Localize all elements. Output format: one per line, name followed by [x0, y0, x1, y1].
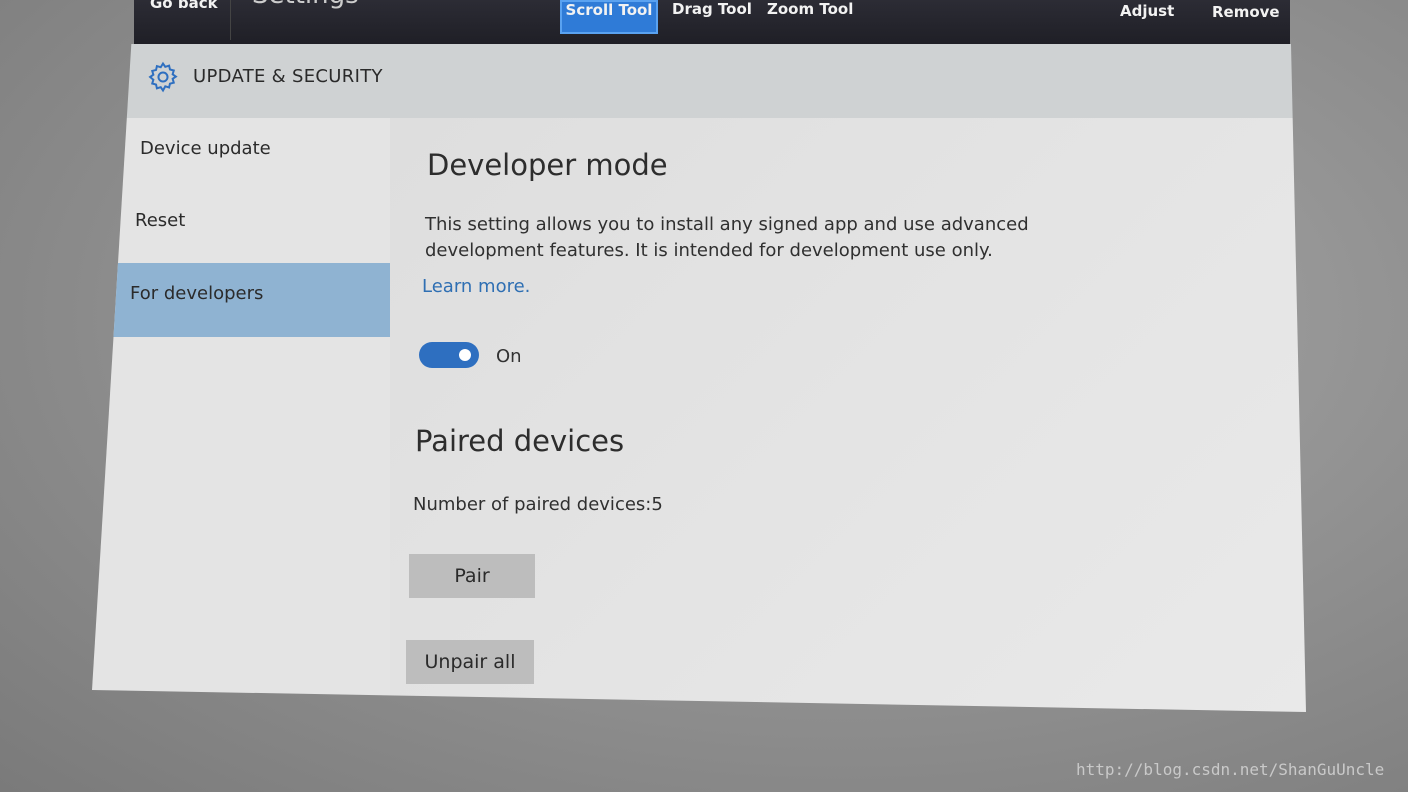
sidebar-item-label: Device update [140, 138, 271, 159]
holographic-toolbar: Go back Settings Scroll Tool Drag Tool Z… [134, 0, 1290, 46]
toggle-state-label: On [496, 346, 522, 367]
unpair-all-button[interactable]: Unpair all [406, 640, 534, 684]
page-title: UPDATE & SECURITY [193, 66, 383, 87]
pair-button[interactable]: Pair [409, 554, 535, 598]
sidebar-item-label: For developers [130, 283, 264, 304]
sidebar-item-label: Reset [135, 210, 186, 231]
developer-mode-heading: Developer mode [427, 148, 668, 182]
settings-window: Go back Settings Scroll Tool Drag Tool Z… [92, 0, 1306, 712]
developer-mode-toggle[interactable] [419, 342, 479, 368]
sidebar-item-device-update[interactable]: Device update [112, 118, 390, 192]
adjust-button[interactable]: Adjust [1120, 2, 1174, 36]
go-back-button[interactable]: Go back [150, 0, 218, 28]
main-content: Developer mode This setting allows you t… [390, 118, 1306, 712]
remove-button[interactable]: Remove [1212, 3, 1280, 37]
page-header: UPDATE & SECURITY [122, 44, 1298, 118]
app-title: Settings [252, 0, 359, 20]
sidebar: Device update Reset For developers [92, 118, 390, 698]
toggle-knob [459, 349, 471, 361]
paired-devices-count: Number of paired devices:5 [413, 494, 663, 515]
drag-tool-button[interactable]: Drag Tool [672, 0, 752, 34]
sidebar-item-reset[interactable]: Reset [112, 190, 390, 264]
scroll-tool-button[interactable]: Scroll Tool [560, 0, 658, 34]
zoom-tool-button[interactable]: Zoom Tool [767, 0, 853, 34]
paired-devices-heading: Paired devices [415, 424, 625, 458]
watermark: http://blog.csdn.net/ShanGuUncle [1076, 760, 1385, 779]
learn-more-link[interactable]: Learn more. [422, 276, 530, 297]
developer-mode-description: This setting allows you to install any s… [425, 214, 1029, 261]
sidebar-item-for-developers[interactable]: For developers [112, 263, 390, 337]
toolbar-divider [230, 0, 231, 40]
gear-icon [148, 61, 178, 93]
